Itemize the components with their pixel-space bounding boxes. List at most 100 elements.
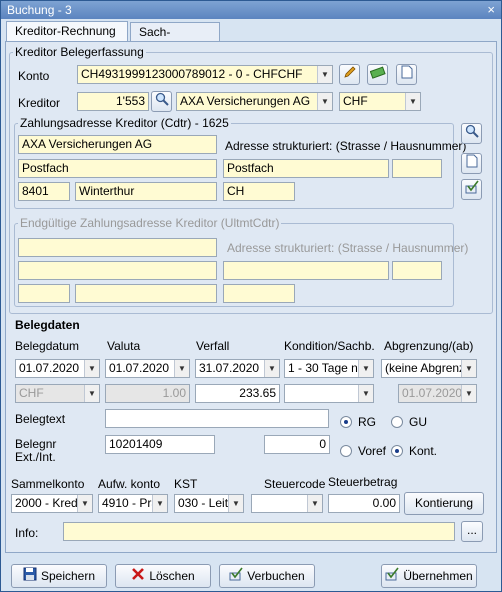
kst-label: KST xyxy=(174,477,198,491)
belegdatum-label: Belegdatum xyxy=(15,339,80,353)
pencil-icon[interactable] xyxy=(339,64,360,85)
currency-select[interactable]: CHF ▼ xyxy=(339,92,421,111)
aufw-select[interactable]: 4910 - Prär ▼ xyxy=(98,494,168,513)
kreditor-name-value: AXA Versicherungen AG xyxy=(180,94,311,108)
belegnr-field[interactable]: 10201409 xyxy=(105,435,215,454)
close-icon[interactable]: × xyxy=(487,2,495,17)
money-icon[interactable] xyxy=(367,64,388,85)
gu-label: GU xyxy=(409,415,427,429)
ultmt-strukt-label: Adresse strukturiert: (Strasse / Hausnum… xyxy=(227,241,469,255)
chevron-down-icon: ▼ xyxy=(405,93,420,110)
konto-value: CH4931999123000789012 - 0 - CHFCHF xyxy=(81,67,303,81)
chevron-down-icon: ▼ xyxy=(174,360,189,377)
kondition-select[interactable]: 1 - 30 Tage nett ▼ xyxy=(284,359,374,378)
floppy-icon xyxy=(23,566,37,588)
endgueltige-title: Endgültige Zahlungsadresse Kreditor (Ult… xyxy=(18,216,282,230)
sammelkonto-label: Sammelkonto xyxy=(11,477,85,491)
cdtr-line2-field[interactable]: Postfach xyxy=(18,159,217,178)
cdtr-ort-field[interactable]: Winterthur xyxy=(75,182,217,201)
chevron-down-icon: ▼ xyxy=(84,385,99,402)
aufw-label: Aufw. konto xyxy=(98,477,161,491)
belegdaten-currency-value: CHF xyxy=(19,386,44,400)
kontierung-button[interactable]: Kontierung xyxy=(404,492,484,515)
info-label: Info: xyxy=(15,526,39,540)
abgr-datum-picker[interactable]: 01.07.2020 ▼ xyxy=(398,384,477,403)
belegdatum-picker[interactable]: 01.07.2020 ▼ xyxy=(15,359,100,378)
abgrenzung-select[interactable]: (keine Abgrenzu ▼ xyxy=(381,359,477,378)
chevron-down-icon: ▼ xyxy=(84,360,99,377)
cdtr-country-field[interactable]: CH xyxy=(223,182,295,201)
kont-radio[interactable] xyxy=(391,445,403,457)
sachb-select[interactable]: ▼ xyxy=(284,384,374,403)
kst-select[interactable]: 030 - Leitur ▼ xyxy=(174,494,244,513)
ultmt-name-field[interactable] xyxy=(18,238,217,257)
abgrenzung-label: Abgrenzung/(ab) xyxy=(384,339,474,353)
sammelkonto-select[interactable]: 2000 - Kredito ▼ xyxy=(11,494,93,513)
chevron-down-icon: ▼ xyxy=(264,360,279,377)
rg-radio[interactable] xyxy=(340,416,352,428)
uebernehmen-button[interactable]: Übernehmen xyxy=(381,564,477,588)
ultmt-country-field[interactable] xyxy=(223,284,295,303)
delete-button[interactable]: Löschen xyxy=(115,564,211,588)
chevron-down-icon: ▼ xyxy=(77,495,92,512)
chevron-down-icon: ▼ xyxy=(228,495,243,512)
address-new-icon[interactable] xyxy=(461,153,482,174)
chevron-down-icon: ▼ xyxy=(307,495,322,512)
abgr-datum-value: 01.07.2020 xyxy=(402,386,463,400)
steuercode-label: Steuercode xyxy=(264,477,326,491)
konto-select[interactable]: CH4931999123000789012 - 0 - CHFCHF ▼ xyxy=(77,65,333,84)
belegtext-label: Belegtext xyxy=(15,412,66,426)
valuta-label: Valuta xyxy=(107,339,141,353)
betrag-field[interactable]: 233.65 xyxy=(195,384,280,403)
ultmt-line2-field[interactable] xyxy=(18,261,217,280)
ultmt-ort-field[interactable] xyxy=(75,284,217,303)
belegdatum-value: 01.07.2020 xyxy=(19,361,80,375)
info-browse-button[interactable]: ... xyxy=(461,521,483,542)
verfall-picker[interactable]: 31.07.2020 ▼ xyxy=(195,359,280,378)
tab-kreditor-rechnung[interactable]: Kreditor-Rechnung xyxy=(6,21,128,42)
valuta-picker[interactable]: 01.07.2020 ▼ xyxy=(105,359,190,378)
kreditor-label: Kreditor xyxy=(18,96,61,110)
cdtr-name-field[interactable]: AXA Versicherungen AG xyxy=(18,135,217,154)
booking-window: Buchung - 3 × Kreditor-Rechnung Sach-Buc… xyxy=(0,0,502,592)
chevron-down-icon: ▼ xyxy=(317,93,332,110)
verbuchen-button[interactable]: Verbuchen xyxy=(219,564,315,588)
verfall-value: 31.07.2020 xyxy=(199,361,260,375)
zahlungsadresse-title: Zahlungsadresse Kreditor (Cdtr) - 1625 xyxy=(18,116,231,130)
kreditor-name-select[interactable]: AXA Versicherungen AG ▼ xyxy=(176,92,333,111)
ultmt-street-field[interactable] xyxy=(223,261,389,280)
address-search-icon[interactable] xyxy=(461,123,482,144)
cdtr-strukt-label: Adresse strukturiert: (Strasse / Hausnum… xyxy=(225,139,467,153)
new-document-icon[interactable] xyxy=(396,64,417,85)
steuercode-select[interactable]: ▼ xyxy=(251,494,323,513)
info-field[interactable] xyxy=(63,522,455,541)
cdtr-house-field[interactable] xyxy=(392,159,442,178)
kurs-field[interactable]: 1.00 xyxy=(105,384,190,403)
chevron-down-icon: ▼ xyxy=(317,66,332,83)
ultmt-plz-field[interactable] xyxy=(18,284,70,303)
search-icon[interactable] xyxy=(151,91,172,112)
ultmt-house-field[interactable] xyxy=(392,261,442,280)
cdtr-street-field[interactable]: Postfach xyxy=(223,159,389,178)
uebernehmen-label: Übernehmen xyxy=(403,569,473,583)
belegdaten-title: Belegdaten xyxy=(15,318,80,332)
kreditor-group-title: Kreditor Belegerfassung xyxy=(13,45,146,59)
kreditor-nr-field[interactable]: 1'553 xyxy=(77,92,149,111)
tab-panel: Kreditor Belegerfassung Konto CH49319991… xyxy=(5,41,497,553)
chevron-down-icon: ▼ xyxy=(358,360,373,377)
title-bar: Buchung - 3 × xyxy=(1,1,501,19)
gu-radio[interactable] xyxy=(391,416,403,428)
belegtext-field[interactable] xyxy=(105,409,329,428)
int-nr-field[interactable]: 0 xyxy=(264,435,330,454)
kont-label: Kont. xyxy=(409,444,438,458)
verbuchen-label: Verbuchen xyxy=(247,569,305,583)
address-apply-icon[interactable] xyxy=(461,179,482,200)
save-button[interactable]: Speichern xyxy=(11,564,107,588)
cdtr-plz-field[interactable]: 8401 xyxy=(18,182,70,201)
steuerbetrag-field[interactable]: 0.00 xyxy=(328,494,400,513)
belegdaten-currency-select[interactable]: CHF ▼ xyxy=(15,384,100,403)
belegnr-label: Belegnr xyxy=(15,437,57,451)
tab-sach-buchung[interactable]: Sach-Buchung xyxy=(130,22,220,53)
currency-value: CHF xyxy=(343,94,368,108)
voref-radio[interactable] xyxy=(340,445,352,457)
